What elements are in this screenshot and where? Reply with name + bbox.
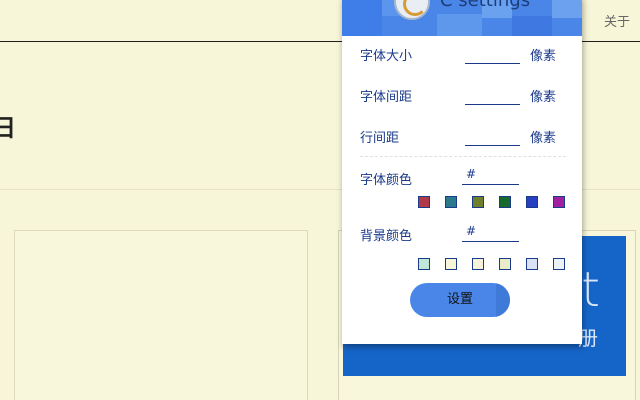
settings-popup: C settings 字体大小 像素 字体间距 像素 行间距 像素 字体颜色 #…	[342, 0, 582, 344]
line-spacing-label: 行间距	[360, 131, 400, 146]
font-color-swatch-3[interactable]	[472, 196, 484, 208]
font-color-swatch-2[interactable]	[445, 196, 457, 208]
letter-spacing-label: 字体间距	[360, 90, 413, 105]
bg-color-swatch-4[interactable]	[499, 258, 511, 270]
bg-color-swatch-6[interactable]	[553, 258, 565, 270]
bg-color-input[interactable]: #	[462, 224, 519, 242]
font-color-swatch-6[interactable]	[553, 196, 565, 208]
bg-color-swatch-3[interactable]	[472, 258, 484, 270]
bg-color-swatch-5[interactable]	[526, 258, 538, 270]
font-color-swatch-4[interactable]	[499, 196, 511, 208]
font-size-input[interactable]	[465, 46, 520, 64]
font-color-label: 字体颜色	[360, 173, 413, 188]
content-card	[14, 230, 308, 400]
font-size-label: 字体大小	[360, 49, 413, 64]
apply-settings-button[interactable]: 设置	[410, 283, 510, 317]
letter-spacing-input[interactable]	[465, 87, 520, 105]
bg-color-swatch-2[interactable]	[445, 258, 457, 270]
font-size-unit: 像素	[530, 49, 557, 64]
bg-color-swatch-1[interactable]	[418, 258, 430, 270]
about-link[interactable]: 关于	[604, 11, 630, 30]
letter-spacing-unit: 像素	[530, 90, 557, 105]
popup-title: C settings	[440, 0, 531, 11]
font-color-swatch-1[interactable]	[418, 196, 430, 208]
bg-color-label: 背景颜色	[360, 229, 413, 244]
app-logo-icon	[394, 0, 430, 20]
font-color-input[interactable]: #	[462, 167, 519, 185]
line-spacing-input[interactable]	[465, 128, 520, 146]
banner-text: t	[581, 262, 600, 318]
page-heading-fragment: 日	[0, 114, 16, 142]
divider	[360, 156, 566, 157]
line-spacing-unit: 像素	[530, 131, 557, 146]
font-color-swatch-5[interactable]	[526, 196, 538, 208]
popup-header: C settings	[342, 0, 582, 36]
